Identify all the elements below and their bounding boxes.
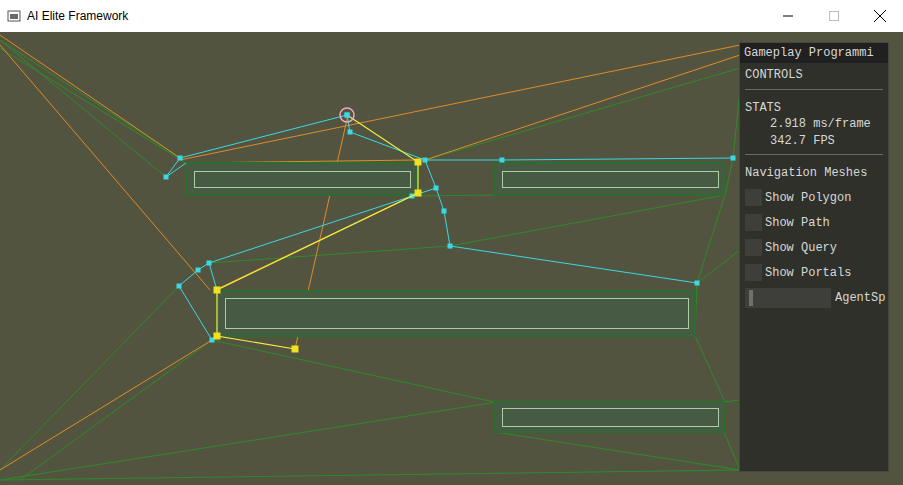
slider-label: AgentSp xyxy=(835,289,885,307)
agent-marker[interactable] xyxy=(340,108,354,122)
close-icon xyxy=(874,10,886,22)
path-nodes xyxy=(214,159,422,353)
game-canvas[interactable]: Gameplay Programmi CONTROLS STATS2.918 ms/… xyxy=(0,32,903,485)
maximize-icon xyxy=(829,11,839,21)
app-window: AI Elite Framework Gameplay Programmi CONT… xyxy=(0,0,903,485)
navmesh-header: Navigation Meshes xyxy=(745,165,883,181)
stat-line: 342.7 FPS xyxy=(745,133,883,150)
obstacle xyxy=(217,291,695,336)
separator xyxy=(745,154,883,155)
stat-line: 2.918 ms/frame xyxy=(745,116,883,133)
triangulation-lines xyxy=(0,40,740,480)
graph-nodes xyxy=(164,113,736,343)
portal-lines xyxy=(0,35,740,470)
checkbox-row[interactable]: Show Query xyxy=(745,235,883,260)
obstacles xyxy=(186,163,724,432)
checkbox[interactable] xyxy=(745,214,762,231)
slider-grab[interactable] xyxy=(749,290,753,306)
obstacle xyxy=(186,163,417,195)
minimize-icon xyxy=(783,11,793,21)
controls-header[interactable]: CONTROLS xyxy=(745,67,883,83)
slider-row[interactable]: AgentSp xyxy=(745,288,883,308)
obstacle xyxy=(494,163,724,195)
checkbox[interactable] xyxy=(745,264,762,281)
slider-track[interactable] xyxy=(745,288,831,308)
maximize-button[interactable] xyxy=(811,0,857,32)
obstacle xyxy=(494,402,724,432)
checkbox-row[interactable]: Show Portals xyxy=(745,260,883,285)
app-icon xyxy=(7,9,21,23)
checkbox[interactable] xyxy=(745,239,762,256)
stats-header: STATS xyxy=(745,100,883,116)
separator xyxy=(745,89,883,90)
path-line xyxy=(217,115,418,349)
control-panel: Gameplay Programmi CONTROLS STATS2.918 ms/… xyxy=(739,42,889,472)
checkbox-row[interactable]: Show Polygon xyxy=(745,185,883,210)
checkbox[interactable] xyxy=(745,189,762,206)
title-bar: AI Elite Framework xyxy=(0,0,903,32)
panel-title[interactable]: Gameplay Programmi xyxy=(740,43,888,63)
graph-edges xyxy=(166,115,733,340)
minimize-button[interactable] xyxy=(765,0,811,32)
window-title: AI Elite Framework xyxy=(27,7,128,25)
checkbox-row[interactable]: Show Path xyxy=(745,210,883,235)
close-button[interactable] xyxy=(857,0,903,32)
